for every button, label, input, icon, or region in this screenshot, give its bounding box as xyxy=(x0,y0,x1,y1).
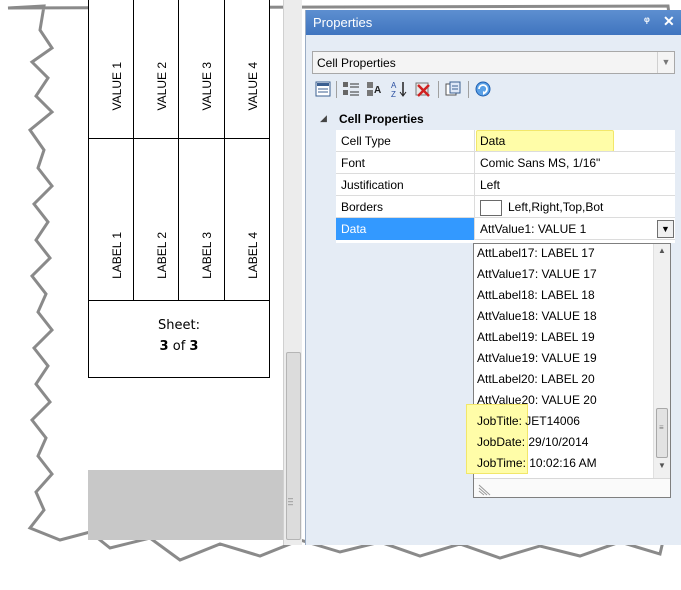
value-cell-2: VALUE 2 xyxy=(155,62,169,111)
list-item[interactable]: AttLabel20: LABEL 20 xyxy=(477,372,595,393)
data-dropdown-list[interactable]: AttLabel17: LABEL 17 AttValue17: VALUE 1… xyxy=(466,243,671,498)
property-value[interactable]: Left xyxy=(476,174,675,196)
scrollbar-thumb[interactable]: ≡ xyxy=(656,408,668,458)
dropdown-arrow-icon[interactable]: ▼ xyxy=(657,220,674,238)
label-cell-4: LABEL 4 xyxy=(246,232,260,279)
property-row-borders[interactable]: Borders Left,Right,Top,Bot xyxy=(336,196,675,218)
border-swatch-icon xyxy=(480,200,502,216)
list-item[interactable]: AttValue17: VALUE 17 xyxy=(477,267,597,288)
scroll-down-icon[interactable]: ▼ xyxy=(658,461,666,470)
collapse-triangle-icon[interactable]: ◢ xyxy=(320,113,327,124)
copy-format-icon[interactable] xyxy=(444,80,462,98)
value-cell-4: VALUE 4 xyxy=(246,62,260,111)
resize-grip-icon[interactable] xyxy=(478,482,492,496)
label-cell-1: LABEL 1 xyxy=(110,232,124,279)
object-selector[interactable]: Cell Properties ▼ xyxy=(312,51,675,74)
property-row-data[interactable]: Data AttValue1: VALUE 1 ▼ xyxy=(336,218,675,240)
sheet-label: Sheet: xyxy=(158,318,200,333)
panel-titlebar: Properties ᵠ ✕ xyxy=(306,10,681,35)
property-value[interactable]: Data xyxy=(476,130,675,152)
property-value[interactable]: Comic Sans MS, 1/16" xyxy=(476,152,675,174)
list-item[interactable]: AttLabel19: LABEL 19 xyxy=(477,330,595,351)
data-dropdown[interactable]: AttValue1: VALUE 1 ▼ xyxy=(476,218,675,240)
property-name: Font xyxy=(336,152,475,174)
list-item[interactable]: AttLabel17: LABEL 17 xyxy=(477,246,595,267)
canvas-background xyxy=(88,470,283,540)
property-row-font[interactable]: Font Comic Sans MS, 1/16" xyxy=(336,152,675,174)
list-scrollbar[interactable]: ▲ ≡ ▼ xyxy=(653,244,670,478)
property-pages-icon[interactable] xyxy=(314,80,332,98)
property-name: Cell Type xyxy=(336,130,475,152)
label-cell-2: LABEL 2 xyxy=(155,232,169,279)
object-selector-value: Cell Properties xyxy=(317,56,396,70)
property-row-justification[interactable]: Justification Left xyxy=(336,174,675,196)
sheet-current: 3 xyxy=(159,339,169,354)
sheet-number: 3 of 3 xyxy=(88,339,270,354)
list-item[interactable]: JobDate: 29/10/2014 xyxy=(477,435,588,456)
svg-text:A: A xyxy=(374,85,381,96)
value-cell-1: VALUE 1 xyxy=(110,62,124,111)
show-used-icon[interactable]: A xyxy=(366,80,384,98)
value-cell-3: VALUE 3 xyxy=(200,62,214,111)
scrollbar-thumb[interactable] xyxy=(286,352,301,540)
property-name: Data xyxy=(336,218,475,240)
canvas-vertical-scrollbar[interactable]: – – – xyxy=(283,0,302,545)
list-item[interactable]: AttLabel18: LABEL 18 xyxy=(477,288,595,309)
list-item[interactable]: AttValue18: VALUE 18 xyxy=(477,309,597,330)
property-name: Justification xyxy=(336,174,475,196)
category-label: Cell Properties xyxy=(339,112,424,126)
svg-text:A: A xyxy=(391,81,397,90)
property-name: Borders xyxy=(336,196,475,218)
properties-toolbar: A A Z xyxy=(312,78,675,102)
svg-text:Z: Z xyxy=(391,90,396,98)
sheet-of: of xyxy=(172,339,186,354)
list-resize-bar xyxy=(474,478,670,497)
borders-value: Left,Right,Top,Bot xyxy=(508,200,604,215)
property-value[interactable]: Left,Right,Top,Bot xyxy=(476,196,675,218)
chevron-down-icon[interactable]: ▼ xyxy=(657,52,674,73)
sort-alphabetical-icon[interactable]: A Z xyxy=(390,80,408,98)
property-grid: ◢ Cell Properties Cell Type Data Font Co… xyxy=(312,108,675,243)
label-cell-3: LABEL 3 xyxy=(200,232,214,279)
scroll-up-icon[interactable]: ▲ xyxy=(658,246,666,255)
categorized-icon[interactable] xyxy=(342,80,360,98)
list-item[interactable]: AttValue20: VALUE 20 xyxy=(477,393,597,414)
grip-icon: – – – xyxy=(288,493,294,509)
category-cell-properties[interactable]: ◢ Cell Properties xyxy=(312,108,675,130)
drawing-sheet-table: VALUE 1 VALUE 2 VALUE 3 VALUE 4 LABEL 1 … xyxy=(88,0,270,378)
panel-title: Properties xyxy=(313,15,373,30)
list-item[interactable]: AttValue19: VALUE 19 xyxy=(477,351,597,372)
refresh-icon[interactable] xyxy=(474,80,492,98)
list-item[interactable]: JobTitle: JET14006 xyxy=(477,414,580,435)
list-item[interactable]: JobTime: 10:02:16 AM xyxy=(477,456,597,477)
sheet-total: 3 xyxy=(189,339,199,354)
clear-icon[interactable] xyxy=(414,80,432,98)
pin-icon[interactable]: ᵠ xyxy=(644,14,650,28)
close-icon[interactable]: ✕ xyxy=(663,13,675,30)
data-dropdown-value: AttValue1: VALUE 1 xyxy=(480,222,587,236)
property-row-cell-type[interactable]: Cell Type Data xyxy=(336,130,675,152)
